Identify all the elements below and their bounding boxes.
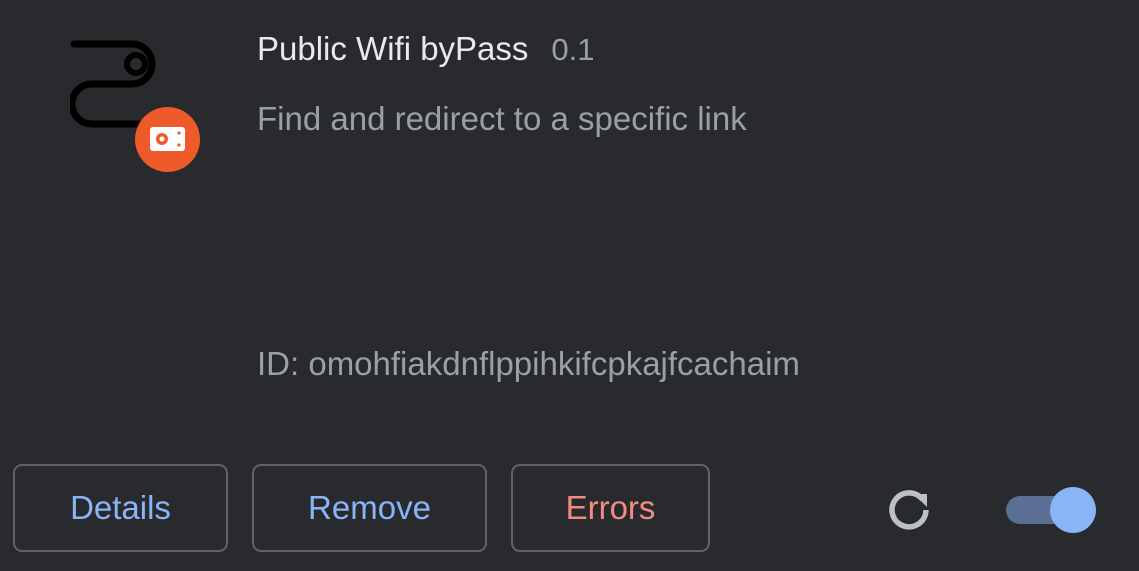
extension-card: Public Wifi byPass 0.1 Find and redirect…: [0, 0, 1139, 571]
enable-toggle[interactable]: [1004, 487, 1098, 533]
unpacked-badge-icon: [135, 107, 200, 172]
extension-title-row: Public Wifi byPass 0.1: [257, 30, 595, 74]
extension-name: Public Wifi byPass: [257, 30, 529, 67]
errors-button[interactable]: Errors: [511, 464, 710, 552]
extension-description: Find and redirect to a specific link: [257, 100, 747, 137]
extension-id: ID: omohfiakdnflppihkifcpkajfcachaim: [257, 345, 800, 382]
extension-icon-group: [70, 34, 202, 174]
remove-button[interactable]: Remove: [252, 464, 487, 552]
details-button[interactable]: Details: [13, 464, 228, 552]
extension-version: 0.1: [551, 32, 595, 67]
toggle-knob: [1050, 487, 1096, 533]
reload-icon[interactable]: [884, 484, 936, 536]
